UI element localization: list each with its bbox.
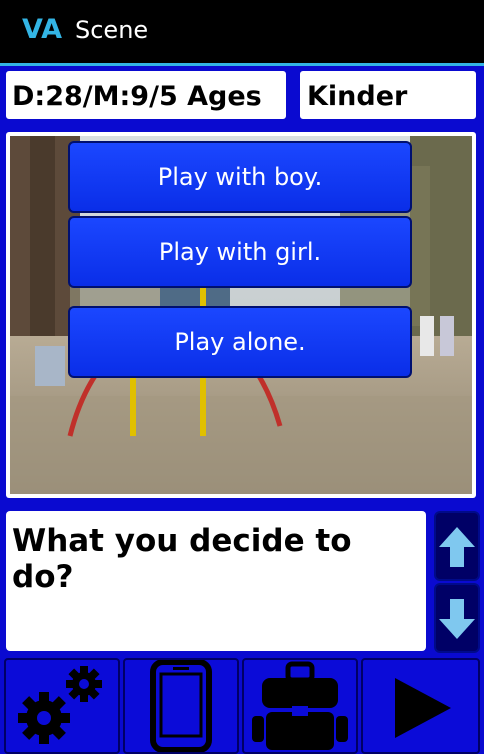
level-field: Kinder [300, 71, 476, 119]
playground-photo: Play with boy. Play with girl. Play alon… [10, 136, 472, 494]
app-logo: VA [22, 14, 62, 45]
backpack-icon [244, 660, 356, 752]
app-title: Scene [75, 16, 149, 44]
gears-icon [6, 660, 118, 752]
main-panel: D:28/M:9/5 Ages Kinder Play with boy. Pl… [0, 66, 484, 754]
device-button[interactable] [123, 658, 239, 754]
scroll-down-button[interactable] [434, 583, 480, 653]
play-icon [363, 660, 478, 752]
choice-play-alone-button[interactable]: Play alone. [68, 306, 412, 378]
backpack-button[interactable] [242, 658, 358, 754]
play-button[interactable] [361, 658, 480, 754]
scene-panel: Play with boy. Play with girl. Play alon… [6, 132, 476, 498]
question-text-box: What you decide to do? [6, 511, 426, 651]
choice-play-with-boy-button[interactable]: Play with boy. [68, 141, 412, 213]
settings-button[interactable] [4, 658, 120, 754]
choice-play-with-girl-button[interactable]: Play with girl. [68, 216, 412, 288]
arrow-down-icon [436, 585, 478, 651]
title-bar: VA Scene [0, 0, 484, 66]
arrow-up-icon [436, 513, 478, 579]
date-age-field: D:28/M:9/5 Ages [6, 71, 286, 119]
phone-icon [125, 660, 237, 752]
scroll-up-button[interactable] [434, 511, 480, 581]
